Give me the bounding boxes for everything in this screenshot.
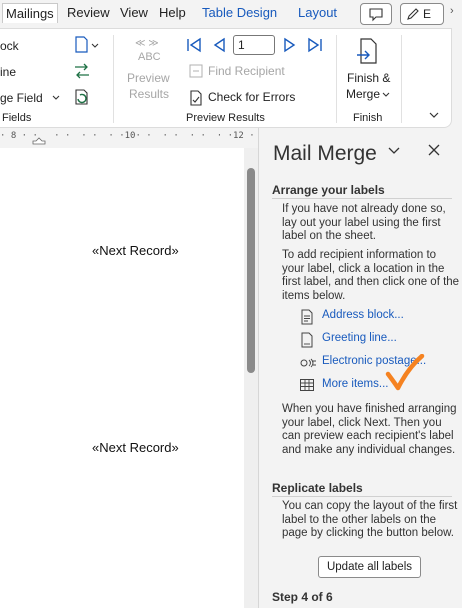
tab-help[interactable]: Help	[159, 5, 186, 20]
pane-title: Mail Merge	[273, 142, 377, 165]
ribbon-scroll-right-icon[interactable]: ›	[450, 5, 454, 17]
section-divider	[272, 496, 452, 497]
mailings-ribbon: ock ine ge Field Fields ≪ ≫ ABC Preview …	[0, 28, 452, 128]
last-record-icon[interactable]	[305, 37, 325, 53]
section-heading-arrange: Arrange your labels	[272, 183, 385, 197]
address-block-link[interactable]: Address block...	[299, 308, 404, 326]
ribbon-tab-bar: Mailings Review View Help Table Design L…	[0, 0, 462, 28]
next-record-field[interactable]: «Next Record»	[92, 440, 179, 455]
group-label-fields: Fields	[2, 112, 32, 124]
checkmark-annotation-icon	[385, 354, 425, 391]
pencil-icon	[407, 8, 419, 20]
editing-label: E	[423, 7, 432, 21]
find-recipient-icon	[189, 64, 203, 78]
electronic-postage-icon	[300, 358, 316, 368]
arrange-instructions: If you have not already done so, lay out…	[282, 203, 446, 242]
collapse-ribbon-icon[interactable]	[428, 111, 440, 119]
more-items-label[interactable]: More items...	[322, 378, 388, 390]
address-block-label[interactable]: Address block...	[322, 309, 404, 321]
ribbon-separator	[113, 35, 114, 123]
section-heading-replicate: Replicate labels	[272, 481, 363, 495]
first-record-icon[interactable]	[184, 37, 204, 53]
comment-icon	[369, 8, 383, 22]
tab-view[interactable]: View	[120, 5, 148, 20]
greeting-line-icon	[301, 332, 313, 348]
tab-mailings[interactable]: Mailings	[2, 3, 58, 23]
mail-merge-pane: Mail Merge Arrange your labels If you ha…	[258, 128, 462, 608]
pane-options-chevron-icon[interactable]	[387, 146, 401, 156]
group-label-finish: Finish	[353, 112, 383, 124]
document-page[interactable]: «Next Record» «Next Record»	[0, 148, 244, 608]
tab-layout[interactable]: Layout	[298, 5, 337, 20]
horizontal-ruler: · 8 · · · · · · · ·10· · · · · · · ·12 ·…	[0, 128, 258, 148]
preview-results-label-2: Results	[129, 87, 170, 101]
check-for-errors-button[interactable]: Check for Errors	[208, 90, 295, 104]
comments-button[interactable]	[360, 3, 392, 25]
insert-merge-field-button[interactable]: ge Field	[0, 91, 43, 105]
greeting-line-button[interactable]: ine	[0, 65, 16, 79]
word-window: Mailings Review View Help Table Design L…	[0, 0, 462, 608]
update-labels-icon[interactable]	[72, 87, 92, 107]
finish-merge-label-2: Merge	[346, 87, 381, 101]
abc-label: ABC	[138, 51, 161, 63]
editing-button[interactable]: E	[400, 3, 444, 25]
tab-review[interactable]: Review	[67, 5, 110, 20]
next-record-field[interactable]: «Next Record»	[92, 243, 179, 258]
ruler-indent-marker-icon[interactable]	[32, 136, 46, 146]
replicate-instructions: You can copy the layout of the first lab…	[282, 500, 458, 539]
next-record-icon[interactable]	[281, 37, 299, 53]
more-items-icon	[300, 379, 314, 391]
add-recipient-instructions: To add recipient information to your lab…	[282, 249, 460, 302]
find-recipient-button[interactable]: Find Recipient	[208, 64, 285, 78]
match-fields-icon[interactable]	[72, 61, 92, 81]
greeting-line-label[interactable]: Greeting line...	[322, 332, 397, 344]
abc-arrows-icon: ≪ ≫	[135, 38, 159, 49]
chevron-down-icon[interactable]	[382, 92, 390, 98]
greeting-line-link[interactable]: Greeting line...	[299, 331, 397, 349]
electronic-postage-link[interactable]: Electronic postage...	[299, 354, 426, 372]
section-divider	[272, 198, 452, 199]
previous-record-icon[interactable]	[210, 37, 228, 53]
update-all-labels-button[interactable]: Update all labels	[318, 556, 421, 578]
preview-results-button[interactable]: Preview	[127, 71, 170, 85]
finish-merge-icon[interactable]	[355, 37, 381, 67]
step-indicator: Step 4 of 6	[272, 590, 333, 604]
ribbon-separator	[336, 35, 337, 123]
close-icon[interactable]	[427, 143, 441, 157]
ribbon-separator	[401, 35, 402, 123]
scrollbar-thumb[interactable]	[247, 168, 255, 373]
check-for-errors-icon	[190, 90, 202, 106]
record-number-input[interactable]: 1	[233, 35, 275, 55]
address-block-button[interactable]: ock	[0, 39, 19, 53]
group-label-preview-results: Preview Results	[186, 112, 265, 124]
rules-icon[interactable]	[72, 35, 104, 55]
record-number-value: 1	[238, 38, 245, 52]
tab-table-design[interactable]: Table Design	[202, 5, 277, 20]
finish-merge-button[interactable]: Finish &	[347, 71, 390, 85]
address-block-icon	[301, 309, 313, 325]
more-items-link[interactable]: More items...	[299, 377, 388, 395]
vertical-scrollbar[interactable]	[244, 148, 258, 608]
finished-instructions: When you have finished arranging your la…	[282, 403, 457, 456]
chevron-down-icon[interactable]	[52, 95, 60, 101]
